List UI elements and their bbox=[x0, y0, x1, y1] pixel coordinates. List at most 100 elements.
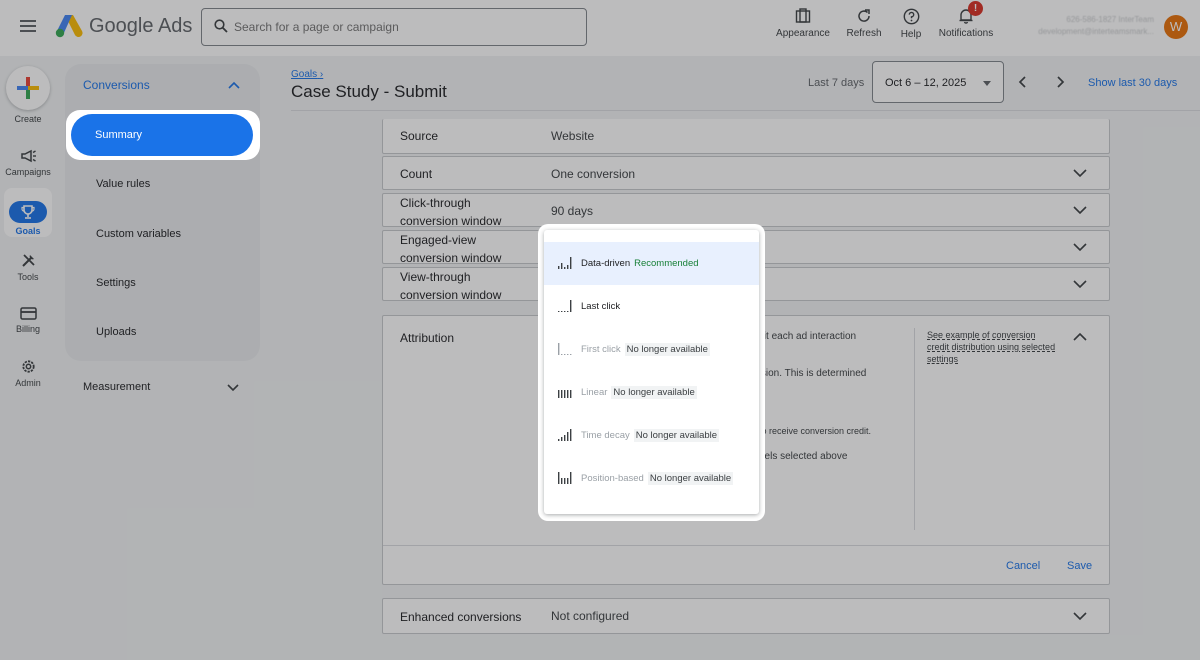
menu-item-last-click[interactable]: Last click bbox=[544, 285, 759, 328]
measurement-section-toggle[interactable]: Measurement bbox=[83, 381, 150, 393]
first-click-model-icon bbox=[558, 343, 572, 355]
source-value: Website bbox=[551, 129, 595, 143]
subnav-item-settings[interactable]: Settings bbox=[96, 277, 136, 289]
date-range-value: Oct 6 – 12, 2025 bbox=[885, 77, 967, 89]
trophy-icon bbox=[21, 205, 35, 219]
enhanced-conversions-row[interactable]: Enhanced conversions Not configured bbox=[382, 598, 1110, 634]
chevron-up-icon[interactable] bbox=[228, 81, 240, 89]
time-decay-model-icon bbox=[558, 429, 572, 441]
notification-badge: ! bbox=[968, 1, 983, 16]
brand-name: Google Ads bbox=[89, 15, 193, 37]
rail-tools[interactable]: Tools bbox=[0, 252, 56, 282]
unavailable-badge: No longer available bbox=[611, 386, 697, 399]
rail-billing[interactable]: Billing bbox=[0, 306, 56, 334]
gear-icon bbox=[21, 360, 35, 373]
chevron-up-icon[interactable] bbox=[1073, 332, 1087, 341]
enhanced-conversions-label: Enhanced conversions bbox=[400, 610, 522, 624]
google-ads-logo bbox=[55, 15, 83, 38]
account-id: 626-586-1827 InterTeam bbox=[1066, 15, 1154, 24]
breadcrumb-goals[interactable]: Goals bbox=[291, 69, 317, 80]
appearance-icon bbox=[795, 8, 811, 23]
source-label: Source bbox=[400, 129, 439, 143]
menu-item-label: Data-driven bbox=[581, 258, 631, 269]
click-through-window-row[interactable]: Click-through conversion window 90 days bbox=[382, 193, 1110, 228]
date-range-picker[interactable]: Oct 6 – 12, 2025 bbox=[872, 61, 1004, 103]
menu-item-data-driven[interactable]: Data-driven Recommended bbox=[544, 242, 759, 285]
rail-tools-label: Tools bbox=[17, 272, 39, 282]
credit-distribution-example-link[interactable]: See example of conversion credit distrib… bbox=[927, 329, 1057, 365]
chevron-down-icon[interactable] bbox=[227, 384, 239, 392]
rail-create-label: Create bbox=[14, 114, 42, 124]
chevron-down-icon[interactable] bbox=[1073, 612, 1087, 621]
click-through-window-label: Click-through conversion window bbox=[400, 196, 502, 228]
menu-item-label: Linear bbox=[581, 387, 608, 398]
conversions-subnav: Conversions Value rules Custom variables… bbox=[65, 64, 260, 361]
last-click-model-icon bbox=[558, 300, 572, 312]
notifications-button[interactable]: Notifications ! bbox=[935, 1, 997, 39]
refresh-label: Refresh bbox=[846, 28, 882, 39]
next-period-button[interactable] bbox=[1051, 73, 1069, 91]
subnav-item-uploads[interactable]: Uploads bbox=[96, 326, 136, 338]
search-icon bbox=[214, 19, 228, 33]
main-menu-button[interactable] bbox=[17, 17, 39, 39]
data-driven-model-icon bbox=[558, 257, 572, 269]
attribution-divider bbox=[914, 328, 915, 530]
linear-model-icon bbox=[558, 390, 572, 398]
menu-item-label: Position-based bbox=[581, 473, 644, 484]
view-through-window-label: View-through conversion window bbox=[400, 270, 502, 302]
create-button[interactable] bbox=[6, 66, 50, 110]
show-last-30-days-link[interactable]: Show last 30 days bbox=[1088, 77, 1177, 89]
page-title: Case Study - Submit bbox=[291, 82, 447, 101]
rail-goals-label: Goals bbox=[15, 226, 41, 236]
chevron-down-icon[interactable] bbox=[1073, 243, 1087, 252]
count-row[interactable]: Count One conversion bbox=[382, 156, 1110, 190]
rail-create[interactable]: Create bbox=[0, 66, 56, 124]
menu-item-time-decay: Time decay No longer available bbox=[544, 414, 759, 457]
account-switcher[interactable]: 626-586-1827 InterTeam development@inter… bbox=[1012, 11, 1158, 43]
engaged-view-window-label: Engaged-view conversion window bbox=[400, 233, 502, 265]
subnav-item-value-rules[interactable]: Value rules bbox=[96, 178, 150, 190]
rail-admin-label: Admin bbox=[15, 378, 41, 388]
rail-campaigns-label: Campaigns bbox=[5, 167, 51, 177]
previous-period-button[interactable] bbox=[1014, 73, 1032, 91]
megaphone-icon bbox=[20, 149, 36, 163]
date-range-label: Last 7 days bbox=[808, 77, 865, 89]
appearance-button[interactable]: Appearance bbox=[772, 8, 834, 39]
header-divider bbox=[291, 110, 1200, 111]
search-input[interactable] bbox=[234, 15, 574, 39]
help-button[interactable]: Help bbox=[880, 8, 942, 40]
refresh-icon bbox=[858, 9, 870, 22]
breadcrumb[interactable]: Goals › bbox=[291, 69, 323, 80]
subnav-item-custom-variables[interactable]: Custom variables bbox=[96, 228, 181, 240]
attribution-description-line: nels selected above bbox=[759, 451, 848, 462]
attribution-label: Attribution bbox=[400, 331, 455, 345]
unavailable-badge: No longer available bbox=[633, 429, 720, 442]
rail-campaigns[interactable]: Campaigns bbox=[0, 148, 56, 177]
dropdown-caret-icon bbox=[983, 81, 991, 86]
avatar[interactable]: W bbox=[1164, 15, 1188, 39]
menu-item-label: First click bbox=[581, 344, 621, 355]
cancel-button[interactable]: Cancel bbox=[1006, 560, 1040, 572]
rail-admin[interactable]: Admin bbox=[0, 358, 56, 388]
save-button[interactable]: Save bbox=[1067, 560, 1092, 572]
chevron-down-icon[interactable] bbox=[1073, 206, 1087, 215]
search-box[interactable] bbox=[201, 8, 587, 46]
enhanced-conversions-value: Not configured bbox=[551, 609, 630, 623]
appearance-label: Appearance bbox=[776, 28, 830, 39]
rail-goals[interactable]: Goals bbox=[0, 188, 56, 242]
menu-item-linear: Linear No longer available bbox=[544, 371, 759, 414]
goals-pill bbox=[9, 201, 47, 223]
conversions-section-toggle[interactable]: Conversions bbox=[83, 78, 150, 92]
notifications-label: Notifications bbox=[938, 28, 994, 39]
count-label: Count bbox=[400, 167, 433, 181]
rail-billing-label: Billing bbox=[15, 324, 40, 334]
source-row: Source Website bbox=[382, 119, 1110, 154]
menu-item-label: Last click bbox=[581, 301, 621, 312]
unavailable-badge: No longer available bbox=[624, 343, 710, 356]
chevron-down-icon[interactable] bbox=[1073, 280, 1087, 289]
menu-item-position-based: Position-based No longer available bbox=[544, 457, 759, 500]
subnav-item-summary[interactable]: Summary bbox=[71, 114, 253, 156]
menu-item-first-click: First click No longer available bbox=[544, 328, 759, 371]
chevron-down-icon[interactable] bbox=[1073, 169, 1087, 178]
attribution-description-line: to receive conversion credit. bbox=[759, 426, 872, 436]
